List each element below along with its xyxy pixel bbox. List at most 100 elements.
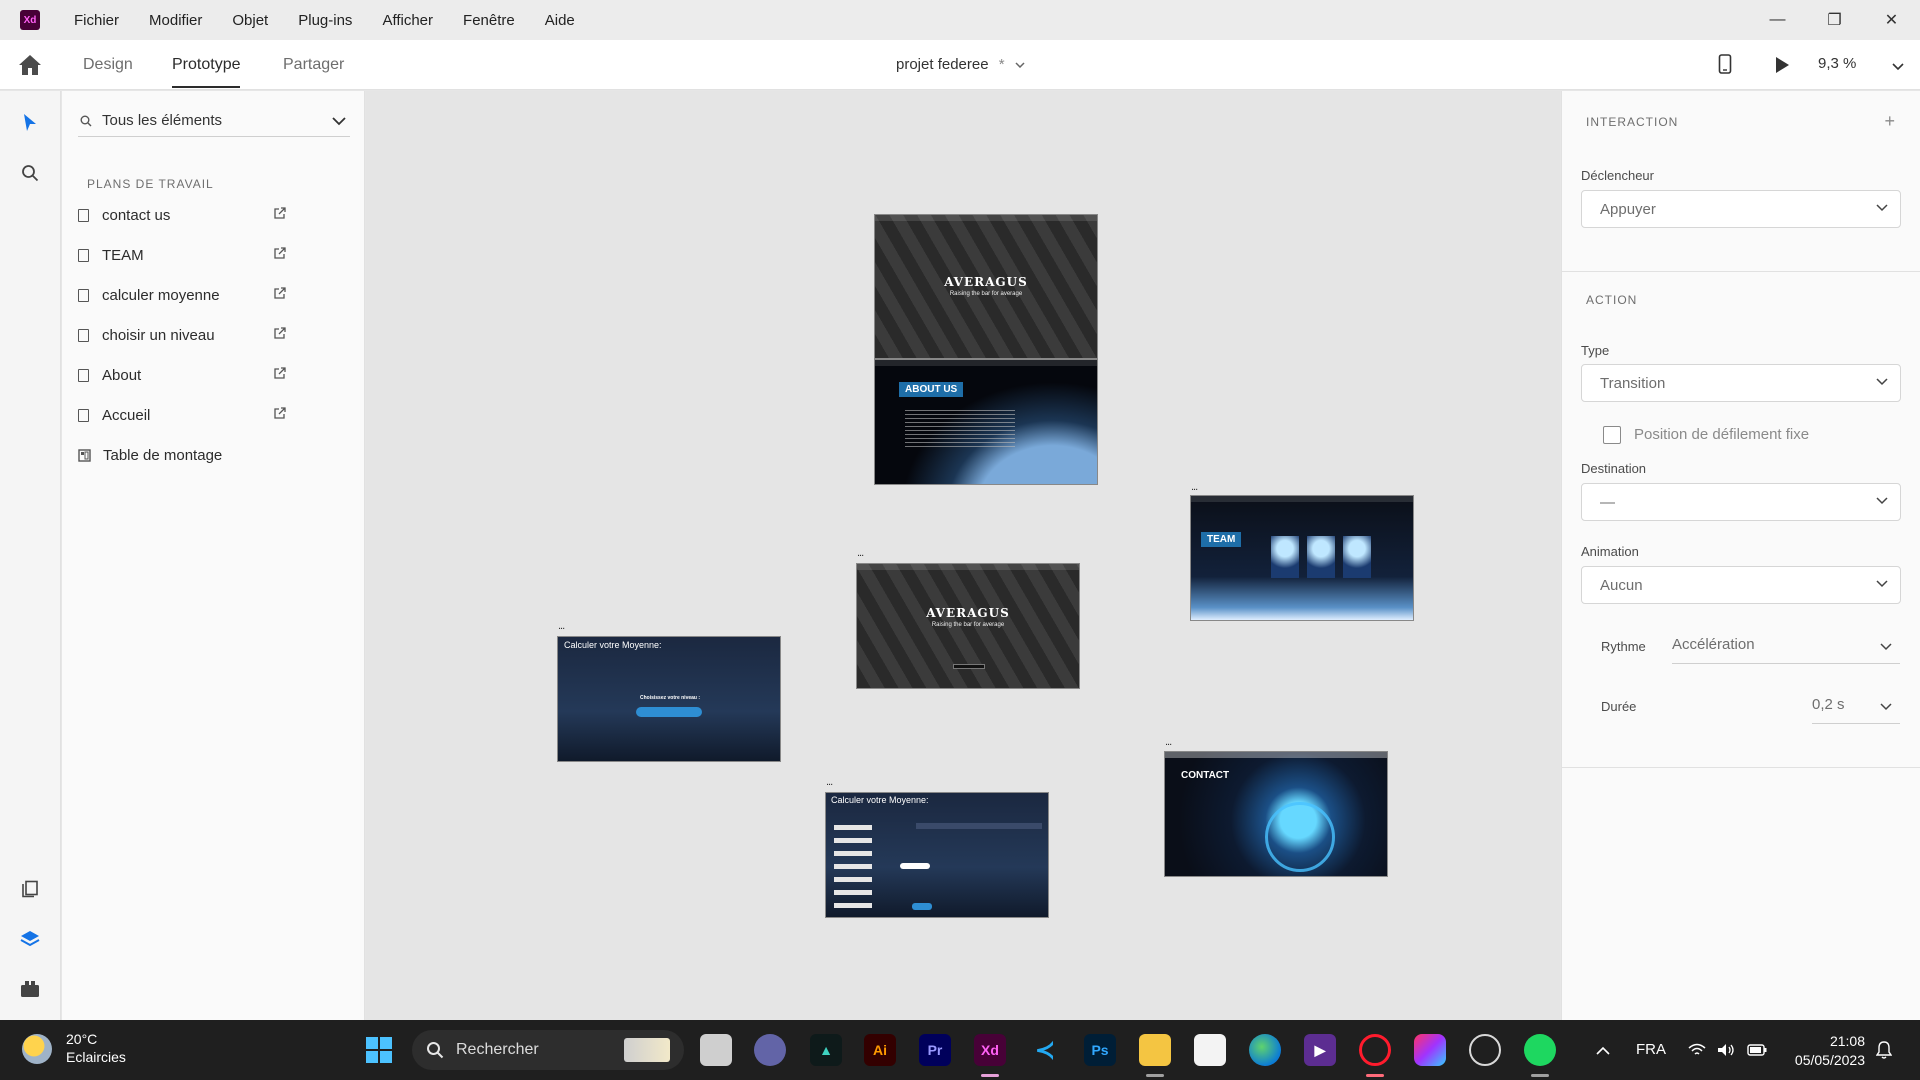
menu-aide[interactable]: Aide <box>545 12 575 29</box>
language-indicator[interactable]: FRA <box>1636 1041 1666 1058</box>
tab-design[interactable]: Design <box>83 56 133 74</box>
zoom-dropdown[interactable] <box>1892 58 1904 76</box>
visual-studio-icon[interactable]: ▶ <box>1304 1034 1336 1066</box>
trigger-dropdown[interactable]: Appuyer <box>1581 190 1901 228</box>
layers-panel-button[interactable] <box>18 927 42 951</box>
type-dropdown[interactable]: Transition <box>1581 364 1901 402</box>
fixed-scroll-checkbox[interactable] <box>1603 426 1621 444</box>
battery-icon[interactable] <box>1747 1044 1767 1056</box>
filter-dropdown[interactable] <box>332 113 346 131</box>
notifications-icon[interactable] <box>1876 1041 1892 1059</box>
restore-button[interactable]: ❐ <box>1806 0 1863 40</box>
desktop-preview-button[interactable] <box>1774 56 1790 79</box>
destination-value: — <box>1600 493 1615 511</box>
menu-modifier[interactable]: Modifier <box>149 12 202 29</box>
level-prompt: Choisissez votre niveau : <box>640 695 701 701</box>
minimize-button[interactable]: — <box>1749 0 1806 40</box>
tab-partager[interactable]: Partager <box>283 56 344 74</box>
artboard-item[interactable]: contact us <box>78 195 350 235</box>
artboard-home-preview[interactable]: AVERAGUS Raising the bar for average <box>856 563 1080 689</box>
pasteboard-label: Table de montage <box>103 446 223 464</box>
add-interaction-button[interactable]: + <box>1884 111 1895 132</box>
spotify-icon[interactable] <box>1524 1034 1556 1066</box>
trigger-label: Déclencheur <box>1581 168 1654 183</box>
artboard-choisir-niveau-preview[interactable]: Calculer votre Moyenne: Choisissez votre… <box>557 636 781 762</box>
interaction-heading: INTERACTION <box>1586 115 1679 129</box>
document-title[interactable]: projet federee * <box>896 56 1025 73</box>
open-artboard-button[interactable] <box>273 367 286 384</box>
chevron-down-icon <box>1892 63 1904 71</box>
zoom-tool[interactable] <box>18 161 42 185</box>
affinity-icon[interactable]: ▲ <box>810 1034 842 1066</box>
opera-icon[interactable] <box>1359 1034 1391 1066</box>
vscode-icon[interactable]: ≺ <box>1029 1034 1061 1066</box>
device-preview-button[interactable] <box>1718 54 1732 79</box>
weather-widget[interactable]: 20°C Eclaircies <box>22 1030 126 1066</box>
artboard-dots: ... <box>1191 481 1198 493</box>
open-artboard-button[interactable] <box>273 207 286 224</box>
task-view-icon[interactable] <box>700 1034 732 1066</box>
windows-start-button[interactable] <box>363 1034 395 1066</box>
artboard-subtitle: Raising the bar for average <box>931 622 1005 628</box>
chevron-up-icon[interactable] <box>1596 1046 1610 1055</box>
pasteboard-item[interactable]: Table de montage <box>78 435 350 475</box>
file-explorer-icon[interactable] <box>1139 1034 1171 1066</box>
search-highlight-icon <box>624 1038 670 1062</box>
artboard-item[interactable]: choisir un niveau <box>78 315 350 355</box>
artboard-item[interactable]: Accueil <box>78 395 350 435</box>
assets-panel-button[interactable] <box>18 877 42 901</box>
design-canvas[interactable]: AVERAGUS Raising the bar for average ABO… <box>366 91 1560 1020</box>
system-clock[interactable]: 21:08 05/05/2023 <box>1795 1032 1865 1070</box>
plugins-panel-button[interactable] <box>18 977 42 1001</box>
obs-icon[interactable] <box>1469 1034 1501 1066</box>
artboard-accueil-preview[interactable]: AVERAGUS Raising the bar for average <box>874 214 1098 359</box>
artboard-title: AVERAGUS <box>926 606 1010 620</box>
close-button[interactable]: ✕ <box>1863 0 1920 40</box>
tab-prototype[interactable]: Prototype <box>172 56 241 88</box>
trigger-value: Appuyer <box>1600 200 1656 218</box>
external-link-icon <box>274 367 286 379</box>
open-artboard-button[interactable] <box>273 407 286 424</box>
artboard-item[interactable]: TEAM <box>78 235 350 275</box>
artboard-dots: ... <box>1165 736 1172 748</box>
teams-chat-icon[interactable] <box>754 1034 786 1066</box>
xd-taskbar-icon[interactable]: Xd <box>974 1034 1006 1066</box>
layers-filter-label: Tous les éléments <box>102 112 223 129</box>
menu-afficher[interactable]: Afficher <box>382 12 433 29</box>
artboard-calculer-moyenne-preview[interactable]: Calculer votre Moyenne: <box>825 792 1049 918</box>
menu-fichier[interactable]: Fichier <box>74 12 119 29</box>
open-artboard-button[interactable] <box>273 287 286 304</box>
premiere-pro-icon[interactable]: Pr <box>919 1034 951 1066</box>
artboard-item[interactable]: calculer moyenne <box>78 275 350 315</box>
photoshop-icon[interactable]: Ps <box>1084 1034 1116 1066</box>
zoom-level[interactable]: 9,3 % <box>1818 55 1856 72</box>
select-tool[interactable] <box>18 111 42 135</box>
artboard-contact-preview[interactable]: CONTACT <box>1164 751 1388 877</box>
menu-fenetre[interactable]: Fenêtre <box>463 12 515 29</box>
artboard-team-preview[interactable]: TEAM <box>1190 495 1414 621</box>
artboard-about-preview[interactable]: ABOUT US <box>874 359 1098 485</box>
open-artboard-button[interactable] <box>273 327 286 344</box>
layers-filter[interactable]: Tous les éléments <box>78 105 350 137</box>
creative-cloud-icon[interactable] <box>1414 1034 1446 1066</box>
animation-dropdown[interactable]: Aucun <box>1581 566 1901 604</box>
search-icon <box>80 115 92 126</box>
menu-plugins[interactable]: Plug-ins <box>298 12 352 29</box>
wifi-icon[interactable] <box>1688 1043 1706 1057</box>
taskbar-search[interactable]: Rechercher <box>412 1030 684 1070</box>
chevron-down-icon <box>332 117 346 126</box>
destination-dropdown[interactable]: — <box>1581 483 1901 521</box>
clock-date: 05/05/2023 <box>1794 1052 1865 1068</box>
portal-graphic <box>1265 802 1335 872</box>
chevron-down-icon <box>1876 378 1888 386</box>
edge-icon[interactable] <box>1249 1034 1281 1066</box>
team-card <box>1343 536 1371 578</box>
menu-objet[interactable]: Objet <box>232 12 268 29</box>
artboard-label: TEAM <box>102 246 144 264</box>
home-button[interactable] <box>18 54 42 76</box>
microsoft-store-icon[interactable] <box>1194 1034 1226 1066</box>
illustrator-icon[interactable]: Ai <box>864 1034 896 1066</box>
volume-icon[interactable] <box>1717 1043 1735 1057</box>
open-artboard-button[interactable] <box>273 247 286 264</box>
artboard-item[interactable]: About <box>78 355 350 395</box>
